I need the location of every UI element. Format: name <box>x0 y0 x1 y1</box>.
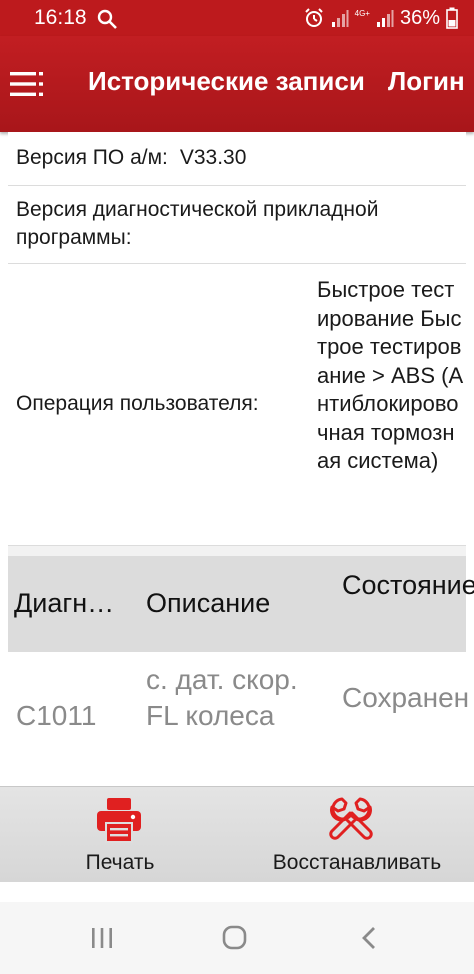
signal-icon <box>376 10 394 27</box>
column-header-code[interactable]: Диагн… <box>14 586 114 620</box>
section-divider <box>8 546 466 556</box>
sw-version-row: Версия ПО а/м: V33.30 <box>8 132 466 186</box>
history-record-details: Версия ПО а/м: V33.30 Версия диагностиче… <box>8 132 474 784</box>
dtc-code: C1011 <box>16 700 97 731</box>
wrench-icon <box>329 797 373 840</box>
printer-icon <box>97 798 141 843</box>
battery-percent: 36% <box>399 6 440 29</box>
table-row[interactable]: C1011 с. дат. скор. FL колеса Сохранен <box>8 652 470 784</box>
diag-app-version-label: Версия диагностической прикладной програ… <box>16 198 379 249</box>
dtc-status: Сохранен <box>342 682 470 713</box>
dtc-description: с. дат. скор. FL колеса <box>146 664 298 731</box>
dtc-table-header: Диагн… Описание Состояние <box>8 556 474 652</box>
user-operation-row: Операция пользователя: Быстрое тестирова… <box>8 264 466 546</box>
user-operation-label: Операция пользователя: <box>16 392 259 415</box>
signal-icon <box>331 10 349 27</box>
sw-version-label: Версия ПО а/м: <box>16 146 168 169</box>
network-type: 4G+ <box>354 9 370 18</box>
status-bar: 16:18 4G+ 36% <box>0 0 474 36</box>
hamburger-menu-icon[interactable] <box>8 70 46 98</box>
print-button[interactable]: Печать <box>60 787 180 883</box>
sw-version-value: V33.30 <box>179 146 247 169</box>
column-header-status[interactable]: Состояние <box>342 568 474 602</box>
back-icon[interactable] <box>350 922 390 954</box>
column-header-description[interactable]: Описание <box>146 586 270 620</box>
app-bar: Исторические записи Логин <box>0 36 474 132</box>
diag-app-version-row: Версия диагностической прикладной програ… <box>8 186 466 264</box>
login-button[interactable]: Логин <box>388 66 465 97</box>
system-nav-bar <box>0 902 474 974</box>
page-title: Исторические записи <box>88 66 365 96</box>
status-time: 16:18 <box>34 6 87 29</box>
bottom-toolbar: Печать Восстанавливать <box>0 786 474 882</box>
recents-icon[interactable] <box>82 922 122 954</box>
battery-icon <box>446 7 458 29</box>
user-operation-value: Быстрое тестирование Быстрое тестировани… <box>317 277 464 473</box>
restore-button[interactable]: Восстанавливать <box>250 787 464 883</box>
print-label: Печать <box>85 851 155 874</box>
alarm-icon <box>304 8 323 27</box>
restore-label: Восстанавливать <box>272 851 442 874</box>
search-icon <box>97 9 117 29</box>
status-right: 4G+ 36% <box>303 6 458 30</box>
home-icon[interactable] <box>214 922 254 954</box>
